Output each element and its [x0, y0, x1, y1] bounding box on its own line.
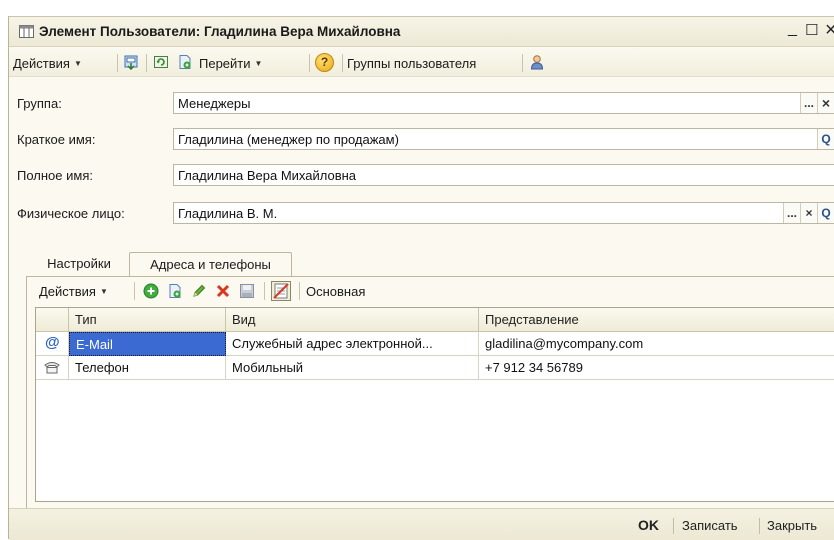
goto-menu-button[interactable]: Перейти ▼ — [199, 54, 262, 72]
edit-icon[interactable] — [191, 283, 207, 299]
actions-menu-label: Действия — [13, 55, 70, 71]
save-button[interactable]: Записать — [682, 518, 738, 533]
person-value: Гладилина В. М. — [178, 206, 278, 221]
button-separator — [759, 518, 760, 534]
table-row-kind-cell[interactable]: Мобильный — [226, 356, 479, 380]
actions-menu-button[interactable]: Действия ▼ — [13, 54, 82, 72]
user-element-window: Элемент Пользователи: Гладилина Вера Мих… — [8, 16, 834, 540]
toolbar-separator — [522, 54, 523, 72]
toolbar-separator — [117, 54, 118, 72]
tab-addresses-phones[interactable]: Адреса и телефоны — [129, 252, 292, 277]
table-row-type-cell[interactable]: E-Mail — [69, 332, 226, 356]
save-icon[interactable] — [239, 283, 255, 299]
person-clear-button[interactable]: × — [800, 203, 817, 223]
full-name-field[interactable]: Гладилина Вера Михайловна — [173, 164, 834, 186]
full-name-label: Полное имя: — [17, 168, 93, 183]
toolbar-separator — [134, 282, 135, 300]
phone-icon-glyph — [44, 362, 60, 374]
user-icon[interactable] — [529, 54, 545, 70]
copy-icon[interactable] — [167, 283, 183, 299]
ok-button[interactable]: OK — [638, 517, 659, 533]
chevron-down-icon: ▼ — [73, 58, 82, 68]
short-name-label: Краткое имя: — [17, 132, 96, 147]
set-main-button[interactable]: Основная — [306, 282, 365, 300]
table-row-value-cell[interactable]: gladilina@mycompany.com — [479, 332, 834, 356]
close-dialog-button[interactable]: Закрыть — [767, 518, 817, 533]
group-field[interactable]: Менеджеры ... × — [173, 92, 834, 114]
short-name-field[interactable]: Гладилина (менеджер по продажам) Q — [173, 128, 834, 150]
add-icon[interactable] — [143, 283, 159, 299]
search-icon[interactable]: Q — [817, 129, 834, 149]
search-icon[interactable]: Q — [817, 203, 834, 223]
group-select-button[interactable]: ... — [800, 93, 817, 113]
person-select-button[interactable]: ... — [783, 203, 800, 223]
copy-doc-icon[interactable] — [177, 54, 193, 70]
grid-actions-menu-button[interactable]: Действия ▼ — [39, 282, 108, 300]
group-value: Менеджеры — [178, 96, 251, 111]
delete-icon[interactable] — [215, 283, 231, 299]
contacts-table[interactable]: Тип Вид Представление @ E-Mail Служебный… — [35, 307, 834, 502]
chevron-down-icon: ▼ — [254, 58, 263, 68]
table-header-kind[interactable]: Вид — [226, 308, 479, 332]
toolbar-separator — [146, 54, 147, 72]
person-label: Физическое лицо: — [17, 206, 125, 221]
save-exit-icon[interactable] — [123, 54, 139, 70]
tab-settings[interactable]: Настройки — [29, 252, 129, 276]
close-button[interactable]: × — [825, 19, 834, 42]
toolbar-separator — [264, 282, 265, 300]
table-row-value-cell[interactable]: +7 912 34 56789 — [479, 356, 834, 380]
grid-actions-label: Действия — [39, 283, 96, 299]
table-header-icon-col — [36, 308, 69, 332]
toolbar-separator — [342, 54, 343, 72]
dialog-button-bar: OK Записать Закрыть — [9, 508, 834, 540]
phone-icon — [36, 356, 69, 380]
goto-menu-label: Перейти — [199, 55, 251, 71]
table-row-kind-cell[interactable]: Служебный адрес электронной... — [226, 332, 479, 356]
short-name-value: Гладилина (менеджер по продажам) — [178, 132, 399, 147]
help-icon[interactable]: ? — [315, 53, 334, 72]
title-bar[interactable]: Элемент Пользователи: Гладилина Вера Мих… — [9, 17, 834, 47]
table-header-type[interactable]: Тип — [69, 308, 226, 332]
person-field[interactable]: Гладилина В. М. ... × Q — [173, 202, 834, 224]
refresh-icon[interactable] — [153, 54, 169, 70]
table-header-value[interactable]: Представление — [479, 308, 834, 332]
window-title: Элемент Пользователи: Гладилина Вера Мих… — [39, 24, 401, 39]
full-name-value: Гладилина Вера Михайловна — [178, 168, 357, 183]
table-row-type-cell[interactable]: Телефон — [69, 356, 226, 380]
maximize-button[interactable]: ☐ — [805, 21, 818, 39]
button-separator — [673, 518, 674, 534]
toolbar-separator — [299, 282, 300, 300]
toolbar-separator — [309, 54, 310, 72]
user-groups-button[interactable]: Группы пользователя — [347, 54, 476, 72]
catalog-icon — [19, 25, 34, 38]
email-icon: @ — [36, 332, 69, 356]
main-toolbar: Действия ▼ Перейти ▼ ? Группы пользователя — [9, 48, 834, 77]
group-label: Группа: — [17, 96, 62, 111]
chevron-down-icon: ▼ — [99, 286, 108, 296]
group-clear-button[interactable]: × — [817, 93, 834, 113]
set-main-icon[interactable] — [271, 281, 291, 301]
minimize-button[interactable]: _ — [788, 20, 797, 38]
